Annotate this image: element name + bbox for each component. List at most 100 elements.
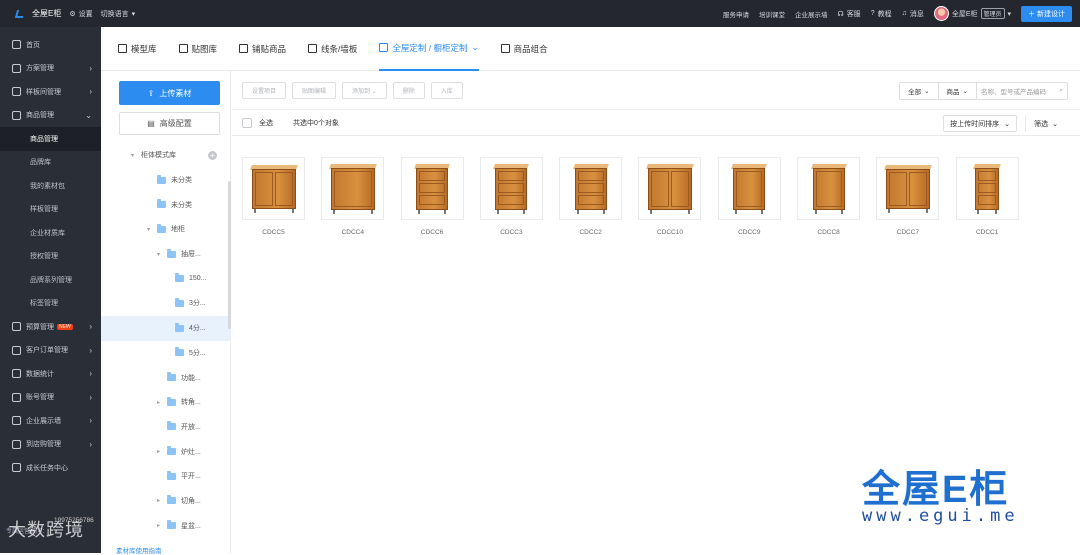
sidebar-sub-auth[interactable]: 授权管理 (0, 245, 101, 269)
sidebar-sub-materials[interactable]: 企业材质库 (0, 221, 101, 245)
tree-node[interactable]: ▾ 柜体模式库 + (101, 143, 231, 168)
sidebar-item-store[interactable]: 到店购管理 › (0, 433, 101, 457)
caret-icon[interactable]: ▾ (157, 251, 163, 258)
tree-node[interactable]: 150... (101, 266, 231, 291)
product-name: CDCC7 (896, 229, 920, 236)
stock-in-button[interactable]: 入库 (430, 81, 463, 99)
category-panel: ⇪ 上传素材 ▤ 高级配置 ▾ 柜体模式库 + 未分类 未分类 ▾ 地柜 ▾ 抽屉... 150...… (101, 71, 231, 555)
cabinet-image (249, 164, 298, 213)
tab-textures[interactable]: 贴图库 (178, 27, 217, 71)
new-design-button[interactable]: ＋ 新建设计 (1021, 5, 1072, 22)
product-thumbnail[interactable] (321, 157, 385, 220)
tree-node[interactable]: 4分... (101, 315, 231, 341)
tutorial-link[interactable]: ? 教程 (871, 9, 892, 19)
caret-icon[interactable]: ▸ (157, 497, 163, 504)
sort-select[interactable]: 按上传时间排序 ⌄ (943, 115, 1017, 132)
tab-lines[interactable]: 线条/墙板 (308, 27, 357, 71)
sidebar-sub-brand-series[interactable]: 品牌系列管理 (0, 268, 101, 292)
guide-link[interactable]: 素材库使用指南 (116, 545, 162, 555)
select-all-checkbox[interactable] (242, 117, 252, 128)
tree-node[interactable]: 功能... (101, 365, 231, 390)
product-thumbnail[interactable] (400, 157, 464, 220)
caret-icon[interactable]: ▸ (157, 448, 163, 455)
sidebar-sub-tags[interactable]: 标签管理 (0, 292, 101, 316)
sidebar-sub-product-manage[interactable]: 商品管理 (0, 127, 101, 151)
sidebar-item-budget[interactable]: 预算管理 NEW › (0, 315, 101, 339)
product-card[interactable]: CDCC3 (479, 157, 543, 236)
user-menu[interactable]: 全屋E柜 管理员 ▾ (933, 6, 1011, 21)
tab-combos[interactable]: 商品组合 (500, 27, 548, 71)
product-card[interactable]: CDCC8 (797, 157, 861, 236)
tree-node[interactable]: ▸ 炉灶... (101, 439, 231, 464)
product-card[interactable]: CDCC2 (559, 157, 623, 236)
tree-scrollbar[interactable] (228, 181, 231, 329)
tree-node[interactable]: ▸ 切角... (101, 489, 231, 514)
upload-button[interactable]: ⇪ 上传素材 (119, 81, 220, 105)
caret-icon[interactable]: ▾ (131, 152, 137, 159)
tree-node[interactable]: ▾ 地柜 (101, 217, 231, 242)
sidebar-item-orders[interactable]: 客户订单管理 › (0, 339, 101, 363)
tree-node[interactable]: 未分类 (101, 192, 231, 217)
sidebar-item-products[interactable]: 商品管理 ⌄ (0, 104, 101, 128)
product-thumbnail[interactable] (955, 157, 1019, 220)
tree-node[interactable]: ▾ 抽屉... (101, 242, 231, 267)
delete-button[interactable]: 删除 (392, 81, 425, 99)
tree-node[interactable]: 未分类 (101, 168, 231, 193)
caret-icon[interactable]: ▾ (147, 226, 153, 233)
sidebar-item-home[interactable]: 首页 (0, 33, 101, 57)
caret-icon[interactable]: ▸ (157, 522, 163, 529)
tree-node[interactable]: 开放... (101, 415, 231, 440)
sidebar-item-showcase[interactable]: 企业展示墙 › (0, 409, 101, 433)
sidebar-item-showrooms[interactable]: 样板间管理 › (0, 80, 101, 104)
tree-node[interactable]: ▸ 星盆... (101, 513, 231, 538)
tree-node[interactable]: 平开... (101, 464, 231, 489)
type-select[interactable]: 商品 ⌄ (939, 83, 977, 99)
messages-link[interactable]: ♫ 消息 (902, 9, 924, 19)
sidebar-item-plans[interactable]: 方案管理 › (0, 57, 101, 81)
tile-icon (239, 44, 249, 53)
caret-icon[interactable]: ▸ (157, 399, 163, 406)
settings-link[interactable]: ⚙ 设置 (69, 9, 92, 19)
edit-texture-button[interactable]: 贴图编辑 (292, 81, 337, 99)
customer-service-link[interactable]: ☊ 客服 (837, 9, 860, 19)
tab-models[interactable]: 模型库 (118, 27, 157, 71)
product-card[interactable]: CDCC1 (955, 157, 1019, 236)
set-project-button[interactable]: 设置项目 (242, 81, 287, 99)
sidebar-sub-my-assets[interactable]: 我的素材包 (0, 174, 101, 198)
scope-select[interactable]: 全部 ⌄ (900, 83, 939, 99)
tree-node[interactable]: 5分... (101, 341, 231, 366)
add-to-button[interactable]: 添加到 ⌄ (342, 81, 387, 99)
search-icon[interactable]: ⌕ (1059, 87, 1063, 95)
advanced-config-button[interactable]: ▤ 高级配置 (119, 112, 220, 135)
product-thumbnail[interactable] (876, 157, 940, 220)
product-card[interactable]: CDCC6 (400, 157, 464, 236)
service-apply-link[interactable]: 服务申请 (723, 9, 749, 19)
product-card[interactable]: CDCC10 (638, 157, 702, 236)
add-category-icon[interactable]: + (208, 150, 217, 160)
product-card[interactable]: CDCC9 (717, 157, 781, 236)
sidebar-sub-samples[interactable]: 样板管理 (0, 198, 101, 222)
product-name: CDCC5 (262, 229, 285, 236)
training-link[interactable]: 培训课堂 (759, 9, 785, 19)
sidebar-sub-brand-lib[interactable]: 品牌库 (0, 151, 101, 175)
sidebar-item-tasks[interactable]: 成长任务中心 (0, 456, 101, 480)
tree-node[interactable]: 3分... (101, 291, 231, 316)
product-thumbnail[interactable] (717, 157, 781, 220)
product-thumbnail[interactable] (242, 157, 305, 220)
product-card[interactable]: CDCC5 (242, 157, 305, 236)
product-thumbnail[interactable] (797, 157, 861, 220)
search-input[interactable]: 名称、型号或产品编码 ⌕ (977, 86, 1067, 96)
sidebar-item-accounts[interactable]: 账号管理 › (0, 386, 101, 410)
tree-node[interactable]: ▸ 转角... (101, 390, 231, 415)
product-thumbnail[interactable] (638, 157, 702, 220)
product-thumbnail[interactable] (479, 157, 543, 220)
filter-button[interactable]: 筛选 ⌄ (1025, 115, 1066, 132)
product-thumbnail[interactable] (559, 157, 623, 220)
product-card[interactable]: CDCC4 (321, 157, 385, 236)
tab-tiles[interactable]: 铺贴商品 (239, 27, 286, 71)
showcase-link[interactable]: 企业展示墙 (795, 9, 828, 19)
tab-custom[interactable]: 全屋定制 / 橱柜定制 ⌄ (379, 27, 479, 71)
sidebar-item-stats[interactable]: 数据统计 › (0, 362, 101, 386)
language-switch[interactable]: 切换语言 ▾ (101, 9, 136, 19)
product-card[interactable]: CDCC7 (876, 157, 940, 236)
